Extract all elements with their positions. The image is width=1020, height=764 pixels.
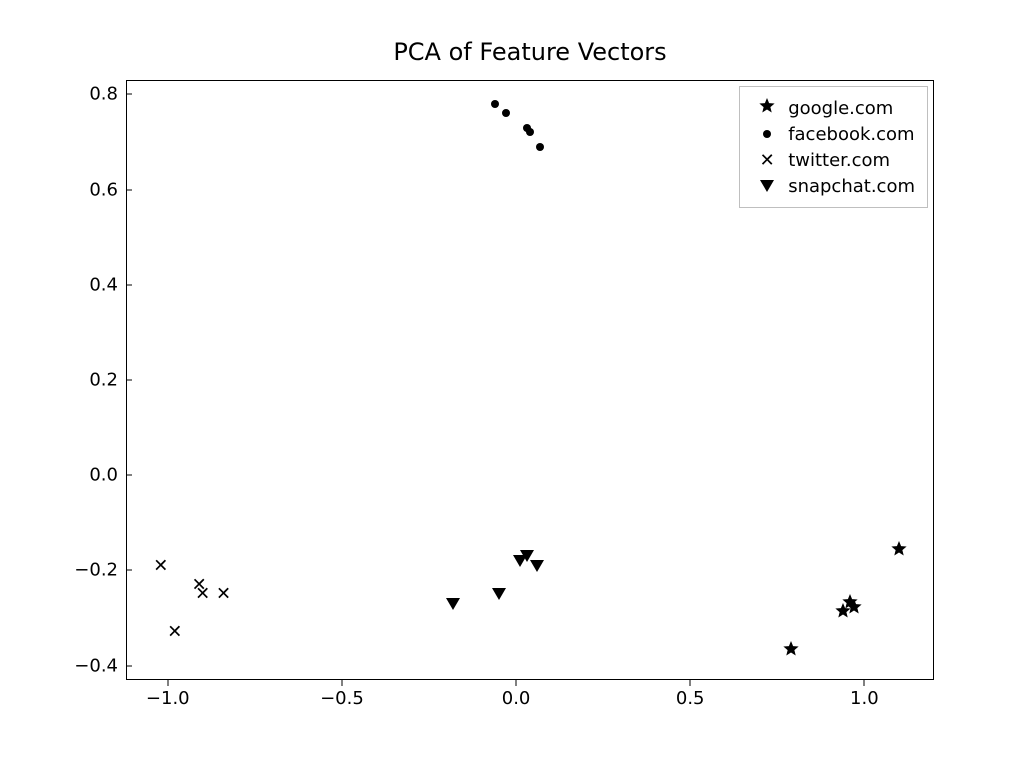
- legend-label: snapchat.com: [784, 176, 915, 197]
- chart-title: PCA of Feature Vectors: [126, 38, 934, 66]
- y-tick-mark: [126, 475, 132, 476]
- data-point-circle: [536, 143, 544, 151]
- legend-item: ✕twitter.com: [750, 147, 915, 173]
- y-tick-mark: [126, 284, 132, 285]
- x-tick-label: −1.0: [146, 688, 190, 709]
- data-point-x: ✕: [167, 623, 182, 642]
- x-tick-mark: [516, 680, 517, 686]
- y-tick-label: −0.4: [58, 655, 118, 676]
- data-point-x: ✕: [195, 585, 210, 604]
- x-tick-mark: [341, 680, 342, 686]
- data-point-triangle_down: [530, 560, 544, 572]
- x-icon: ✕: [750, 150, 784, 171]
- x-tick-label: 0.0: [502, 688, 531, 709]
- legend-item: snapchat.com: [750, 173, 915, 199]
- y-tick-label: 0.4: [58, 274, 118, 295]
- triangle_down-icon: [750, 180, 784, 192]
- star-icon: [750, 98, 784, 119]
- y-tick-label: 0.0: [58, 465, 118, 486]
- y-tick-mark: [126, 570, 132, 571]
- y-tick-label: 0.6: [58, 179, 118, 200]
- legend-item: google.com: [750, 95, 915, 121]
- data-point-circle: [491, 100, 499, 108]
- y-tick-label: 0.2: [58, 370, 118, 391]
- y-tick-mark: [126, 189, 132, 190]
- data-point-star: [846, 599, 862, 619]
- data-point-x: ✕: [153, 556, 168, 575]
- data-point-triangle_down: [446, 598, 460, 610]
- legend-label: facebook.com: [784, 124, 914, 145]
- legend: google.com facebook.com✕twitter.com snapch…: [739, 86, 928, 208]
- legend-item: facebook.com: [750, 121, 915, 147]
- legend-label: twitter.com: [784, 150, 890, 171]
- y-tick-label: 0.8: [58, 84, 118, 105]
- data-point-x: ✕: [216, 585, 231, 604]
- circle-icon: [750, 130, 784, 138]
- x-tick-label: 1.0: [850, 688, 879, 709]
- data-point-star: [783, 641, 799, 661]
- data-point-circle: [526, 128, 534, 136]
- figure: PCA of Feature Vectors −0.4 −0.2 0.0 0.2 0.4…: [0, 0, 1020, 764]
- x-tick-label: 0.5: [676, 688, 705, 709]
- data-point-star: [891, 541, 907, 561]
- x-tick-mark: [864, 680, 865, 686]
- x-tick-mark: [690, 680, 691, 686]
- y-tick-label: −0.2: [58, 560, 118, 581]
- data-point-circle: [502, 109, 510, 117]
- y-tick-mark: [126, 94, 132, 95]
- data-point-triangle_down: [492, 588, 506, 600]
- y-tick-mark: [126, 380, 132, 381]
- x-tick-mark: [167, 680, 168, 686]
- y-tick-mark: [126, 665, 132, 666]
- x-tick-label: −0.5: [320, 688, 364, 709]
- legend-label: google.com: [784, 98, 893, 119]
